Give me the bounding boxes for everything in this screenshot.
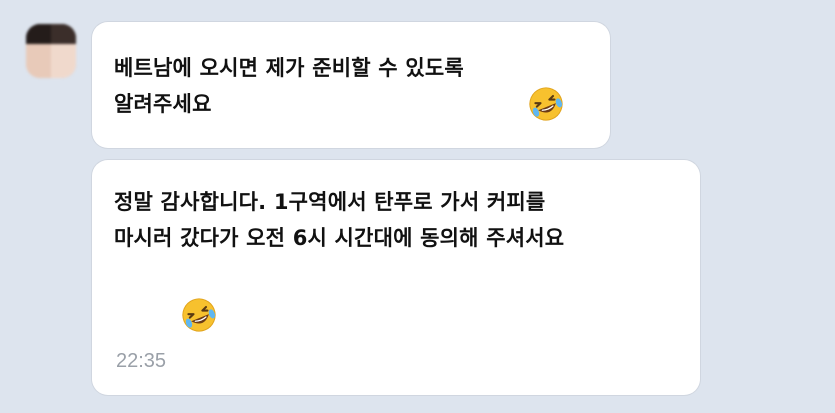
- message-text: 정말 감사합니다. 1구역에서 탄푸로 가서 커피를 마시러 갔다가 오전 6시…: [114, 190, 565, 250]
- message-timestamp: 22:35: [116, 350, 167, 372]
- message-bubble[interactable]: 정말 감사합니다. 1구역에서 탄푸로 가서 커피를 마시러 갔다가 오전 6시…: [92, 160, 700, 395]
- message-text: 베트남에 오시면 제가 준비할 수 있도록 알려주세요: [114, 56, 464, 116]
- message-bubble[interactable]: 베트남에 오시면 제가 준비할 수 있도록 알려주세요: [92, 22, 610, 148]
- laughing-emoji-icon: [182, 298, 216, 332]
- avatar[interactable]: [26, 24, 76, 78]
- laughing-emoji-icon: [529, 87, 563, 121]
